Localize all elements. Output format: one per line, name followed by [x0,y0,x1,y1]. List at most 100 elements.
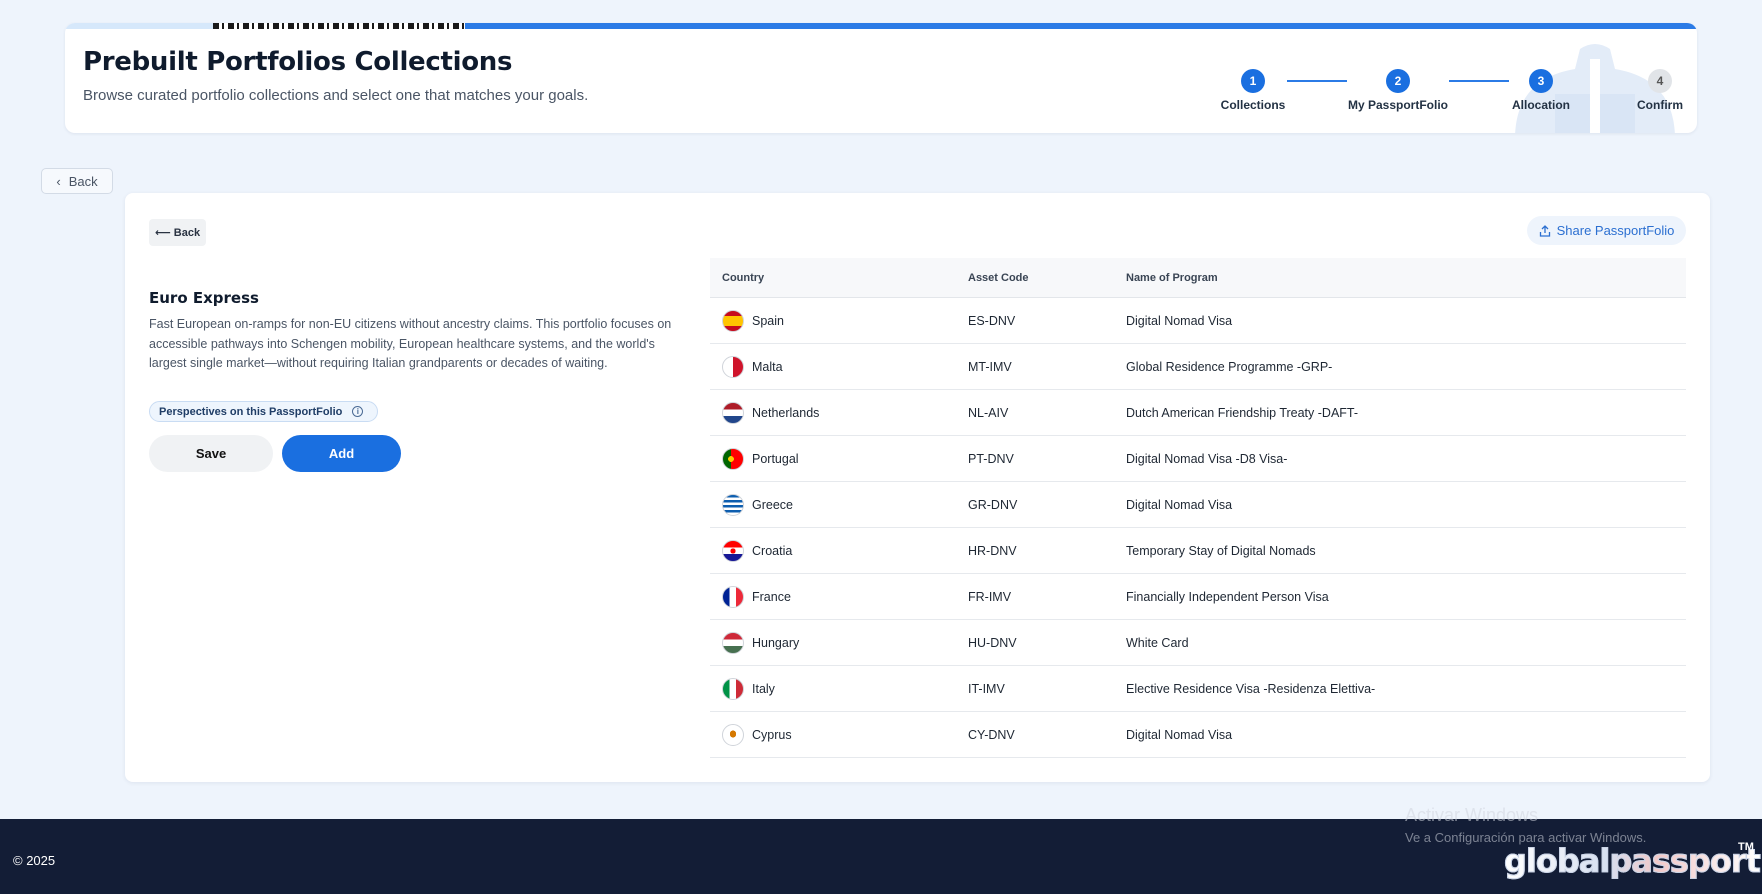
step-number: 1 [1241,69,1265,93]
malta-flag-icon [722,355,744,378]
country-cell: Italy [710,677,968,700]
france-flag-icon [722,585,744,608]
program-name: Digital Nomad Visa [1126,727,1233,742]
italy-flag-icon [722,677,744,700]
country-name: Cyprus [752,727,792,742]
program-name: Temporary Stay of Digital Nomads [1126,543,1316,558]
add-button[interactable]: Add [282,435,401,472]
program-name: Global Residence Programme -GRP- [1126,359,1333,374]
asset-code: IT-IMV [968,681,1005,696]
table-row[interactable]: Portugal PT-DNV Digital Nomad Visa -D8 V… [710,436,1686,482]
asset-code: FR-IMV [968,589,1012,604]
brand-logo[interactable]: globalpassport [1504,842,1762,881]
save-button[interactable]: Save [149,435,273,472]
country-name: Spain [752,313,784,328]
step-label: Collections [1220,98,1286,112]
country-cell: France [710,585,968,608]
step-number: 4 [1648,69,1672,93]
country-name: Netherlands [752,405,820,420]
country-name: Malta [752,359,783,374]
step-allocation[interactable]: 3 Allocation [1486,69,1596,112]
table-header: Country Asset Code Name of Program [710,258,1686,298]
portugal-flag-icon [722,447,744,470]
inner-back-label: ⟵ Back [154,227,201,239]
asset-code: CY-DNV [968,727,1015,742]
step-label: Confirm [1637,98,1683,112]
step-number: 2 [1386,69,1410,93]
greece-flag-icon [722,493,744,516]
collection-title: Euro Express [149,289,259,307]
country-name: Croatia [752,543,793,558]
country-name: France [752,589,791,604]
stepper: 1 Collections 2 My PassportFolio 3 Alloc… [65,69,1697,119]
program-name: Digital Nomad Visa -D8 Visa- [1126,451,1288,466]
share-label: Share PassportFolio [1556,223,1675,238]
country-cell: Spain [710,309,968,332]
step-label: My PassportFolio [1347,98,1448,112]
progress-fill [465,23,1697,29]
header-card: Prebuilt Portfolios Collections Browse c… [65,23,1697,133]
country-name: Italy [752,681,775,696]
table-row[interactable]: Croatia HR-DNV Temporary Stay of Digital… [710,528,1686,574]
table-row[interactable]: Italy IT-IMV Elective Residence Visa -Re… [710,666,1686,712]
table-row[interactable]: France FR-IMV Financially Independent Pe… [710,574,1686,620]
perspectives-label: Perspectives on this PassportFolio [159,405,343,418]
outer-back-label: Back [68,173,98,189]
asset-code: HR-DNV [968,543,1017,558]
step-number: 3 [1529,69,1553,93]
asset-code: GR-DNV [968,497,1018,512]
country-cell: Portugal [710,447,968,470]
asset-code: MT-IMV [968,359,1012,374]
table-row[interactable]: Cyprus CY-DNV Digital Nomad Visa [710,712,1686,758]
country-cell: Greece [710,493,968,516]
asset-code: ES-DNV [968,313,1016,328]
step-my-passportfolio[interactable]: 2 My PassportFolio [1343,69,1453,112]
country-cell: Netherlands [710,401,968,424]
step-collections[interactable]: 1 Collections [1198,69,1308,112]
spain-flag-icon [722,309,744,332]
croatia-flag-icon [722,539,744,562]
share-passportfolio-button[interactable]: Share PassportFolio [1527,216,1686,245]
country-name: Greece [752,497,793,512]
netherlands-flag-icon [722,401,744,424]
footer: © 2025 Activar Windows Ve a Configuració… [0,805,1762,894]
asset-code: PT-DNV [968,451,1014,466]
inner-back-button[interactable]: ⟵ Back [149,219,206,246]
step-confirm[interactable]: 4 Confirm [1605,69,1697,112]
hungary-flag-icon [722,631,744,654]
outer-back-button[interactable]: ‹ Back [41,168,113,194]
programs-table: Country Asset Code Name of Program Spain… [710,258,1686,758]
brand-trademark: TM [1738,841,1754,853]
asset-code: NL-AIV [968,405,1009,420]
country-name: Portugal [752,451,799,466]
table-row[interactable]: Greece GR-DNV Digital Nomad Visa [710,482,1686,528]
share-icon [1539,224,1550,237]
country-cell: Malta [710,355,968,378]
header-country: Country [722,271,765,284]
collection-card: ⟵ Back Share PassportFolio Euro Express … [125,193,1710,782]
copyright: © 2025 [13,853,56,868]
country-name: Hungary [752,635,800,650]
perspectives-badge[interactable]: Perspectives on this PassportFolio i [149,401,378,422]
asset-code: HU-DNV [968,635,1017,650]
table-row[interactable]: Hungary HU-DNV White Card [710,620,1686,666]
table-row[interactable]: Malta MT-IMV Global Residence Programme … [710,344,1686,390]
country-cell: Croatia [710,539,968,562]
activate-windows-title: Activar Windows [1405,805,1539,825]
info-icon: i [352,406,364,417]
table-row[interactable]: Spain ES-DNV Digital Nomad Visa [710,298,1686,344]
country-cell: Hungary [710,631,968,654]
step-label: Allocation [1511,98,1570,112]
table-row[interactable]: Netherlands NL-AIV Dutch American Friend… [710,390,1686,436]
program-name: White Card [1126,635,1189,650]
cyprus-flag-icon [722,723,744,746]
collection-description: Fast European on-ramps for non-EU citize… [149,317,672,370]
program-name: Elective Residence Visa -Residenza Elett… [1126,681,1376,696]
program-name: Financially Independent Person Visa [1126,589,1329,604]
program-name: Digital Nomad Visa [1126,313,1233,328]
progress-stripes [213,23,465,29]
country-cell: Cyprus [710,723,968,746]
header-program: Name of Program [1126,271,1218,284]
header-asset-code: Asset Code [968,271,1029,284]
program-name: Dutch American Friendship Treaty -DAFT- [1126,405,1359,420]
